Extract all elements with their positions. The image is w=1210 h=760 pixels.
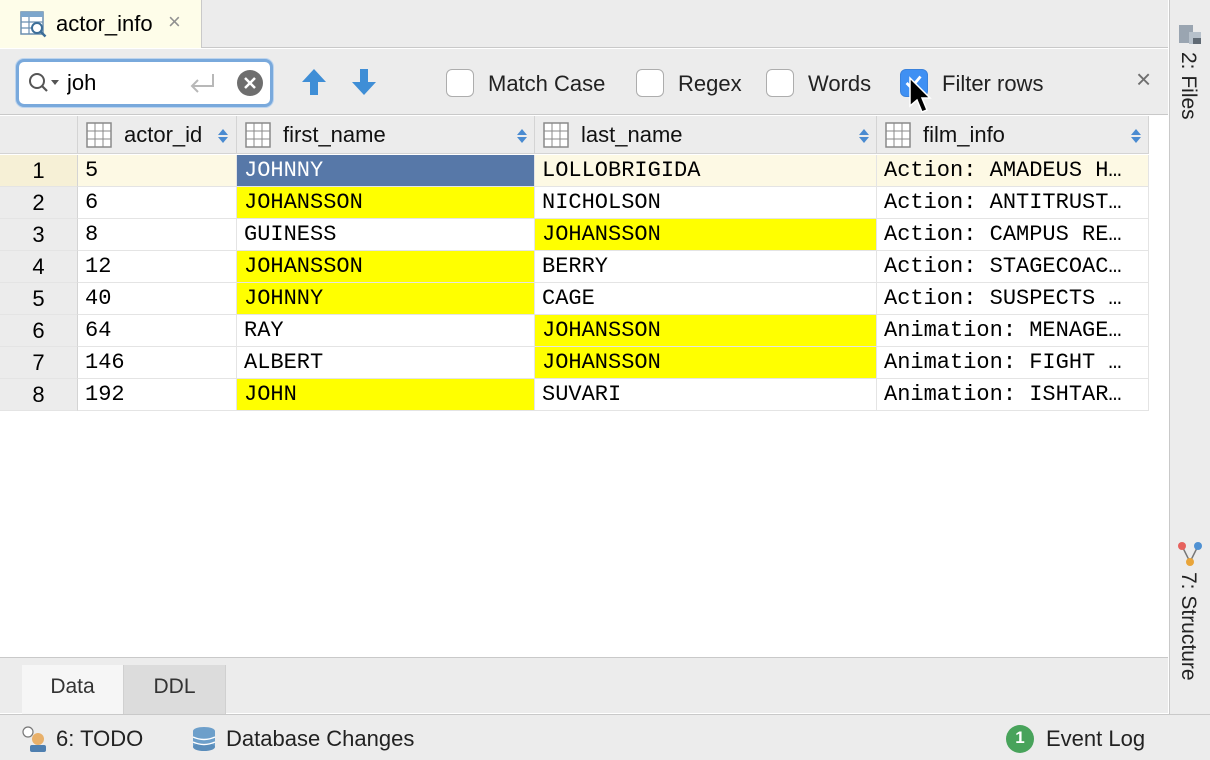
sort-icon[interactable] xyxy=(517,129,527,143)
column-header-first-name[interactable]: first_name xyxy=(237,116,535,154)
column-icon xyxy=(885,122,911,148)
cell-actor-id[interactable]: 12 xyxy=(78,251,237,283)
event-count-badge: 1 xyxy=(1006,725,1034,753)
cell-film-info[interactable]: Action: AMADEUS H… xyxy=(877,155,1149,187)
todo-tool-button[interactable]: 6: TODO xyxy=(56,726,143,752)
right-tool-strip: 2: Files 7: Structure xyxy=(1169,0,1210,714)
previous-occurrence-button[interactable] xyxy=(300,67,328,97)
regex-checkbox[interactable] xyxy=(636,69,664,97)
todo-icon xyxy=(22,726,46,752)
tab-data[interactable]: Data xyxy=(22,665,124,714)
editor-bottom-tabs: Data DDL xyxy=(0,657,1168,714)
regex-label[interactable]: Regex xyxy=(678,71,742,97)
cell-actor-id[interactable]: 146 xyxy=(78,347,237,379)
column-header-film-info[interactable]: film_info xyxy=(877,116,1149,154)
table-editor-icon xyxy=(20,11,47,38)
column-header-label: first_name xyxy=(283,122,386,147)
column-header-label: film_info xyxy=(923,122,1005,147)
words-label[interactable]: Words xyxy=(808,71,871,97)
cell-first-name[interactable]: JOHN xyxy=(237,379,535,411)
editor-tab-label: actor_info xyxy=(56,11,153,36)
cell-first-name[interactable]: ALBERT xyxy=(237,347,535,379)
cell-first-name[interactable]: JOHANSSON xyxy=(237,251,535,283)
cell-last-name[interactable]: LOLLOBRIGIDA xyxy=(535,155,877,187)
cell-actor-id[interactable]: 5 xyxy=(78,155,237,187)
cell-film-info[interactable]: Action: SUSPECTS … xyxy=(877,283,1149,315)
structure-icon xyxy=(1178,542,1202,566)
row-number: 4 xyxy=(0,251,78,283)
cell-first-name[interactable]: JOHNNY xyxy=(237,155,535,187)
column-header-actor-id[interactable]: actor_id xyxy=(78,116,237,154)
cell-actor-id[interactable]: 64 xyxy=(78,315,237,347)
tab-ddl[interactable]: DDL xyxy=(124,665,226,714)
status-bar: 6: TODO Database Changes 1 Event Log xyxy=(0,714,1210,760)
next-occurrence-button[interactable] xyxy=(350,67,378,97)
data-grid: actor_id first_name last_name film_info … xyxy=(0,116,1168,656)
cell-last-name[interactable]: SUVARI xyxy=(535,379,877,411)
cell-first-name[interactable]: JOHANSSON xyxy=(237,187,535,219)
event-log-tool-button[interactable]: Event Log xyxy=(1046,726,1145,752)
cell-film-info[interactable]: Action: CAMPUS RE… xyxy=(877,219,1149,251)
find-bar: Match Case Regex Words Filter rows × xyxy=(0,49,1168,115)
column-icon xyxy=(86,122,112,148)
enter-icon xyxy=(190,74,214,93)
column-header-last-name[interactable]: last_name xyxy=(535,116,877,154)
cell-film-info[interactable]: Action: STAGECOAC… xyxy=(877,251,1149,283)
cell-actor-id[interactable]: 192 xyxy=(78,379,237,411)
words-checkbox[interactable] xyxy=(766,69,794,97)
cell-film-info[interactable]: Action: ANTITRUST… xyxy=(877,187,1149,219)
cell-first-name[interactable]: JOHNNY xyxy=(237,283,535,315)
database-changes-icon xyxy=(192,727,216,751)
structure-tool-button[interactable]: 7: Structure xyxy=(1176,572,1200,681)
cell-first-name[interactable]: GUINESS xyxy=(237,219,535,251)
row-number: 7 xyxy=(0,347,78,379)
cell-film-info[interactable]: Animation: FIGHT … xyxy=(877,347,1149,379)
tab-close-icon[interactable]: × xyxy=(168,9,181,35)
cell-film-info[interactable]: Animation: MENAGE… xyxy=(877,315,1149,347)
row-number: 2 xyxy=(0,187,78,219)
files-icon xyxy=(1179,25,1201,44)
row-number: 6 xyxy=(0,315,78,347)
search-icon[interactable] xyxy=(27,71,61,95)
search-box xyxy=(16,59,273,107)
row-number: 3 xyxy=(0,219,78,251)
sort-icon[interactable] xyxy=(1131,129,1141,143)
close-find-bar-icon[interactable]: × xyxy=(1136,64,1151,95)
row-number-header xyxy=(0,116,78,154)
column-header-label: actor_id xyxy=(124,122,203,147)
cell-last-name[interactable]: CAGE xyxy=(535,283,877,315)
filter-rows-label[interactable]: Filter rows xyxy=(942,71,1043,97)
cell-actor-id[interactable]: 8 xyxy=(78,219,237,251)
match-case-label[interactable]: Match Case xyxy=(488,71,605,97)
mouse-cursor-icon xyxy=(909,76,932,113)
cell-last-name[interactable]: NICHOLSON xyxy=(535,187,877,219)
clear-search-icon[interactable] xyxy=(236,69,264,97)
cell-actor-id[interactable]: 6 xyxy=(78,187,237,219)
row-number: 5 xyxy=(0,283,78,315)
row-number: 1 xyxy=(0,155,78,187)
sort-icon[interactable] xyxy=(218,129,228,143)
cell-last-name[interactable]: JOHANSSON xyxy=(535,315,877,347)
column-icon xyxy=(543,122,569,148)
cell-first-name[interactable]: RAY xyxy=(237,315,535,347)
cell-film-info[interactable]: Animation: ISHTAR… xyxy=(877,379,1149,411)
files-tool-button[interactable]: 2: Files xyxy=(1176,52,1200,120)
cell-last-name[interactable]: JOHANSSON xyxy=(535,347,877,379)
editor-tab-actor-info[interactable]: actor_info × xyxy=(0,0,202,48)
editor-tab-strip: actor_info × xyxy=(0,0,1168,48)
sort-icon[interactable] xyxy=(859,129,869,143)
column-icon xyxy=(245,122,271,148)
column-header-label: last_name xyxy=(581,122,683,147)
cell-last-name[interactable]: BERRY xyxy=(535,251,877,283)
search-input[interactable] xyxy=(67,68,187,98)
cell-last-name[interactable]: JOHANSSON xyxy=(535,219,877,251)
event-count: 1 xyxy=(1015,728,1025,747)
cell-actor-id[interactable]: 40 xyxy=(78,283,237,315)
database-changes-tool-button[interactable]: Database Changes xyxy=(226,726,414,752)
row-number: 8 xyxy=(0,379,78,411)
match-case-checkbox[interactable] xyxy=(446,69,474,97)
